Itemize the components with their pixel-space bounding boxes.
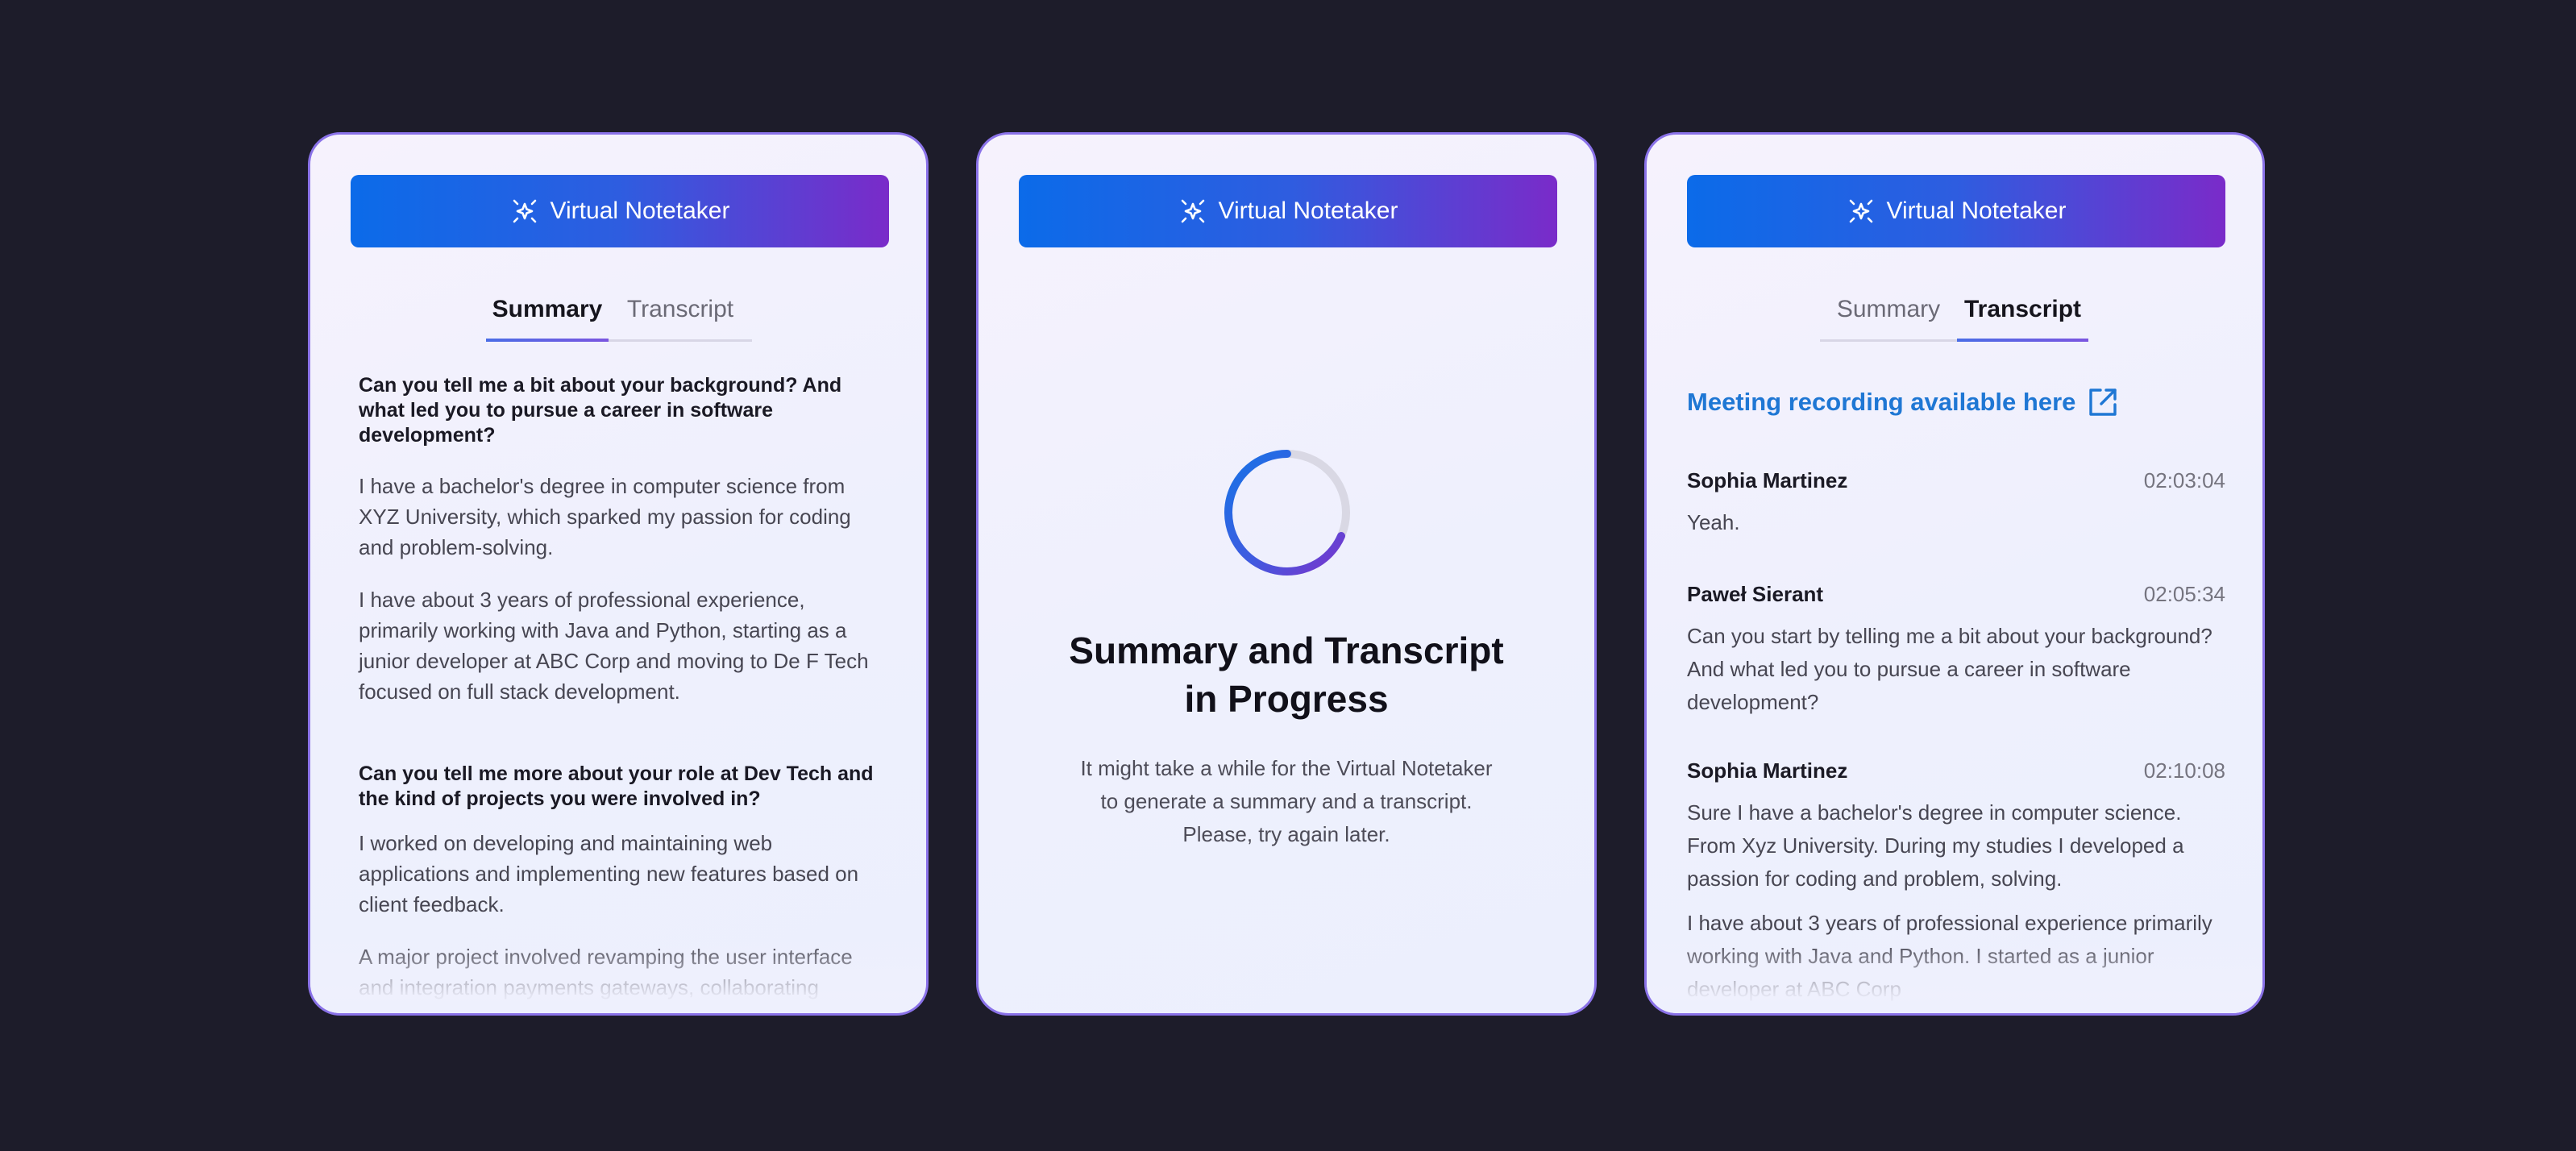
timestamp: 02:10:08: [2143, 758, 2225, 783]
transcript-message: Can you start by telling me a bit about …: [1687, 624, 2212, 714]
app-title: Virtual Notetaker: [1886, 197, 2067, 224]
app-header: Virtual Notetaker: [1019, 175, 1557, 247]
progress-title: Summary and Transcript in Progress: [1069, 630, 1504, 720]
speaker-name: Paweł Sierant: [1687, 582, 1824, 606]
app-title: Virtual Notetaker: [550, 197, 730, 224]
transcript-entry: Paweł Sierant 02:05:34 Can you start by …: [1687, 582, 2225, 719]
sparkle-icon: [1181, 199, 1204, 223]
loading-spinner-icon: [1224, 450, 1350, 576]
summary-question: Can you tell me a bit about your backgro…: [359, 374, 842, 447]
timestamp: 02:03:04: [2143, 468, 2225, 492]
timestamp: 02:05:34: [2143, 582, 2225, 606]
speaker-name: Sophia Martinez: [1687, 468, 1848, 492]
summary-card: Virtual Notetaker Summary Transcript Can…: [308, 132, 929, 1016]
summary-paragraph: A major project involved revamping the u…: [359, 945, 853, 999]
app-header: Virtual Notetaker: [351, 175, 889, 247]
tab-bar: Summary Transcript: [486, 296, 752, 342]
app-title: Virtual Notetaker: [1218, 197, 1398, 224]
tab-transcript[interactable]: Transcript: [609, 296, 752, 339]
external-link-icon: [2089, 389, 2117, 416]
transcript-message: I have about 3 years of professional exp…: [1687, 911, 2212, 1001]
meeting-recording-link[interactable]: Meeting recording available here: [1687, 384, 2119, 420]
tab-bar: Summary Transcript: [1820, 296, 2088, 342]
tab-summary[interactable]: Summary: [1820, 296, 1957, 339]
summary-section-2: Can you tell me more about your role at …: [359, 762, 883, 1003]
meeting-recording-label: Meeting recording available here: [1687, 388, 2076, 416]
summary-paragraph: I worked on developing and maintaining w…: [359, 831, 859, 916]
transcript-entry: Sophia Martinez 02:10:08 Sure I have a b…: [1687, 758, 2225, 1006]
summary-paragraph: I have a bachelor's degree in computer s…: [359, 474, 851, 559]
transcript-card: Virtual Notetaker Summary Transcript Mee…: [1644, 132, 2265, 1016]
summary-paragraph: I have about 3 years of professional exp…: [359, 588, 869, 704]
transcript-message: Yeah.: [1687, 510, 1740, 534]
sparkle-icon: [513, 199, 536, 223]
transcript-message: Sure I have a bachelor's degree in compu…: [1687, 800, 2184, 891]
progress-description: It might take a while for the Virtual No…: [1080, 756, 1493, 846]
summary-question: Can you tell me more about your role at …: [359, 762, 874, 810]
summary-section-1: Can you tell me a bit about your backgro…: [359, 373, 883, 707]
sparkle-icon: [1849, 199, 1872, 223]
tab-transcript[interactable]: Transcript: [1957, 296, 2088, 342]
tab-summary[interactable]: Summary: [486, 296, 609, 342]
transcript-entry: Sophia Martinez 02:03:04 Yeah.: [1687, 468, 2225, 539]
app-header: Virtual Notetaker: [1687, 175, 2225, 247]
progress-card: Virtual Notetaker Summary and Transcript…: [976, 132, 1597, 1016]
speaker-name: Sophia Martinez: [1687, 758, 1848, 783]
